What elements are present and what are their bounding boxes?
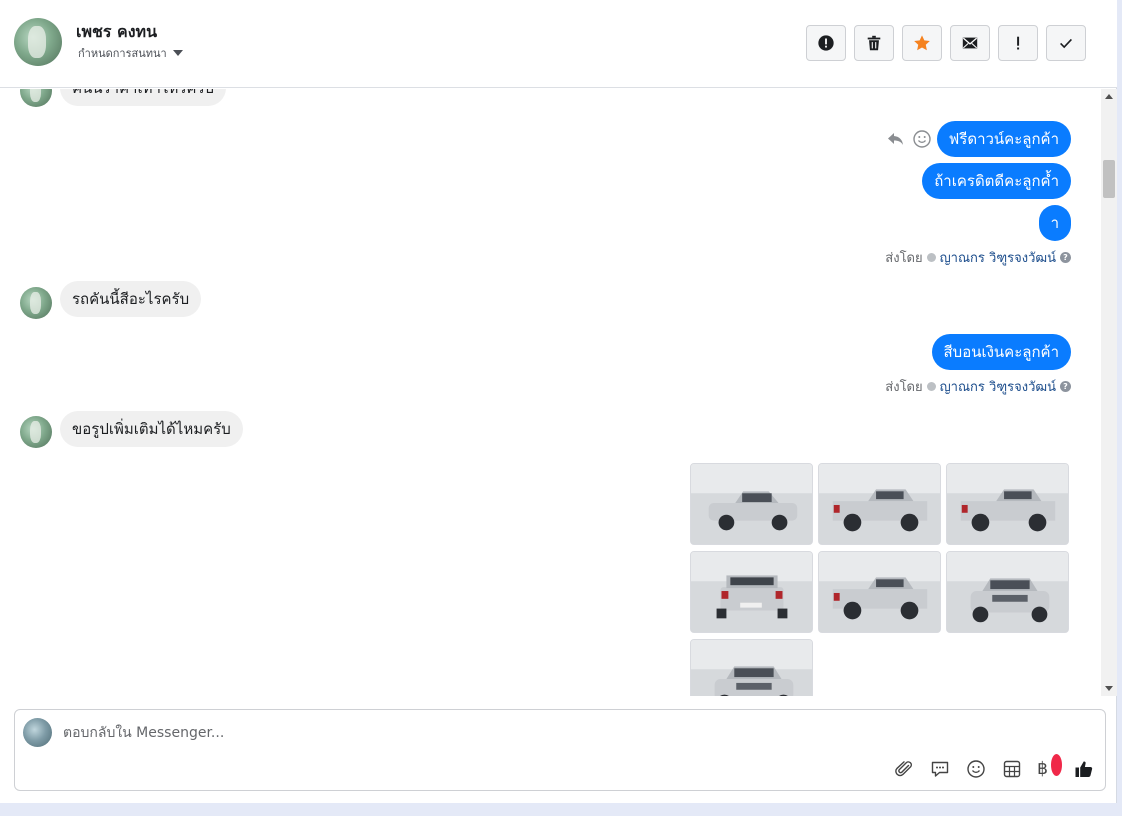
done-button[interactable] — [1046, 25, 1086, 61]
sent-by-line: ส่งโดย ญาณกร วิฑูรจงวัฒน์ ? — [885, 247, 1071, 268]
car-photo[interactable] — [818, 463, 941, 545]
notification-dot — [1051, 754, 1062, 776]
contact-avatar-small — [20, 416, 52, 448]
delivered-icon — [926, 382, 936, 391]
agent-name[interactable]: ญาณกร วิฑูรจงวัฒน์ — [940, 376, 1056, 397]
follow-up-button[interactable] — [998, 25, 1038, 61]
contact-avatar-small — [20, 89, 52, 107]
assign-label: กำหนดการสนทนา — [78, 47, 167, 60]
emoji-button[interactable] — [965, 758, 987, 780]
scroll-thumb[interactable] — [1103, 160, 1115, 198]
sent-by-label: ส่งโดย — [885, 251, 923, 266]
baht-icon: ฿ — [1037, 759, 1048, 779]
react-emoji-icon[interactable] — [912, 129, 932, 149]
car-photo[interactable] — [818, 551, 941, 633]
car-photo[interactable] — [690, 463, 813, 545]
inbox-window: เพชร คงทน กำหนดการสนทนา ฟรีดาวน์คะลูกค้า… — [0, 0, 1117, 803]
scroll-up-arrow[interactable] — [1105, 94, 1113, 99]
reply-input[interactable] — [63, 722, 863, 744]
star-button[interactable] — [902, 25, 942, 61]
car-photo-image — [691, 552, 812, 632]
exclamation-icon — [1017, 36, 1020, 50]
delivered-icon — [926, 253, 936, 262]
car-photo-image — [947, 552, 1068, 632]
mark-unread-button[interactable] — [950, 25, 990, 61]
outgoing-message[interactable]: ถ้าเครดิตดีคะลูกค้ำ — [922, 163, 1071, 199]
caret-down-icon — [172, 50, 183, 56]
scroll-down-arrow[interactable] — [1105, 686, 1113, 691]
message-actions — [886, 129, 932, 149]
car-photo[interactable] — [946, 551, 1069, 633]
car-photo-image — [947, 464, 1068, 544]
sent-by-line: ส่งโดย ญาณกร วิฑูรจงวัฒน์ ? — [885, 376, 1071, 397]
thumbs-up-icon — [1075, 761, 1093, 777]
conversation-header: เพชร คงทน กำหนดการสนทนา — [0, 0, 1117, 88]
outgoing-message[interactable]: ฟรีดาวน์คะลูกค้า — [936, 121, 1071, 157]
chat-bubble-icon — [931, 761, 949, 777]
contact-avatar-small — [20, 287, 52, 319]
header-toolbar — [806, 25, 1086, 61]
emoji-icon — [967, 760, 985, 778]
car-photo-image — [819, 552, 940, 632]
car-photo[interactable] — [946, 463, 1069, 545]
contact-avatar[interactable] — [14, 18, 62, 66]
delete-button[interactable] — [854, 25, 894, 61]
spam-button[interactable] — [806, 25, 846, 61]
contact-name[interactable]: เพชร คงทน — [76, 20, 157, 45]
composer-toolbar: ฿ — [893, 754, 1095, 780]
table-icon — [1003, 760, 1021, 778]
car-photo[interactable] — [690, 639, 813, 696]
envelope-icon — [962, 37, 978, 49]
payment-button[interactable]: ฿ — [1037, 754, 1062, 780]
car-photo-image — [819, 464, 940, 544]
car-photo-image — [691, 464, 812, 544]
like-button[interactable] — [1073, 758, 1095, 780]
reply-composer: ฿ — [14, 709, 1106, 791]
attach-button[interactable] — [893, 758, 915, 780]
car-photo[interactable] — [690, 551, 813, 633]
message-thread[interactable]: คันนี้ราคาเท่าไหร่ครับ ฟรีดาวน์คะลูกค้า … — [0, 89, 1100, 696]
help-icon[interactable]: ? — [1060, 381, 1071, 392]
assign-conversation-dropdown[interactable]: กำหนดการสนทนา — [78, 44, 183, 62]
reply-icon[interactable] — [886, 129, 906, 149]
check-icon — [1060, 38, 1072, 49]
help-icon[interactable]: ? — [1060, 252, 1071, 263]
thread-scrollbar[interactable] — [1101, 89, 1117, 696]
table-button[interactable] — [1001, 758, 1023, 780]
agent-name[interactable]: ญาณกร วิฑูรจงวัฒน์ — [940, 247, 1056, 268]
alert-circle-icon — [818, 35, 834, 51]
page-avatar — [23, 718, 52, 747]
outgoing-message[interactable]: สีบอนเงินคะลูกค้า — [931, 334, 1071, 370]
sent-by-label: ส่งโดย — [885, 380, 923, 395]
paperclip-icon — [895, 761, 912, 777]
outgoing-message[interactable]: า — [1038, 205, 1071, 241]
car-photo-image — [691, 640, 812, 696]
incoming-message[interactable]: รถคันนี้สีอะไรครับ — [60, 281, 202, 317]
saved-reply-button[interactable] — [929, 758, 951, 780]
star-icon — [914, 35, 930, 51]
incoming-message[interactable]: ขอรูปเพิ่มเติมได้ไหมครับ — [60, 411, 243, 447]
incoming-message[interactable]: คันนี้ราคาเท่าไหร่ครับ — [60, 89, 227, 106]
trash-icon — [867, 35, 881, 51]
